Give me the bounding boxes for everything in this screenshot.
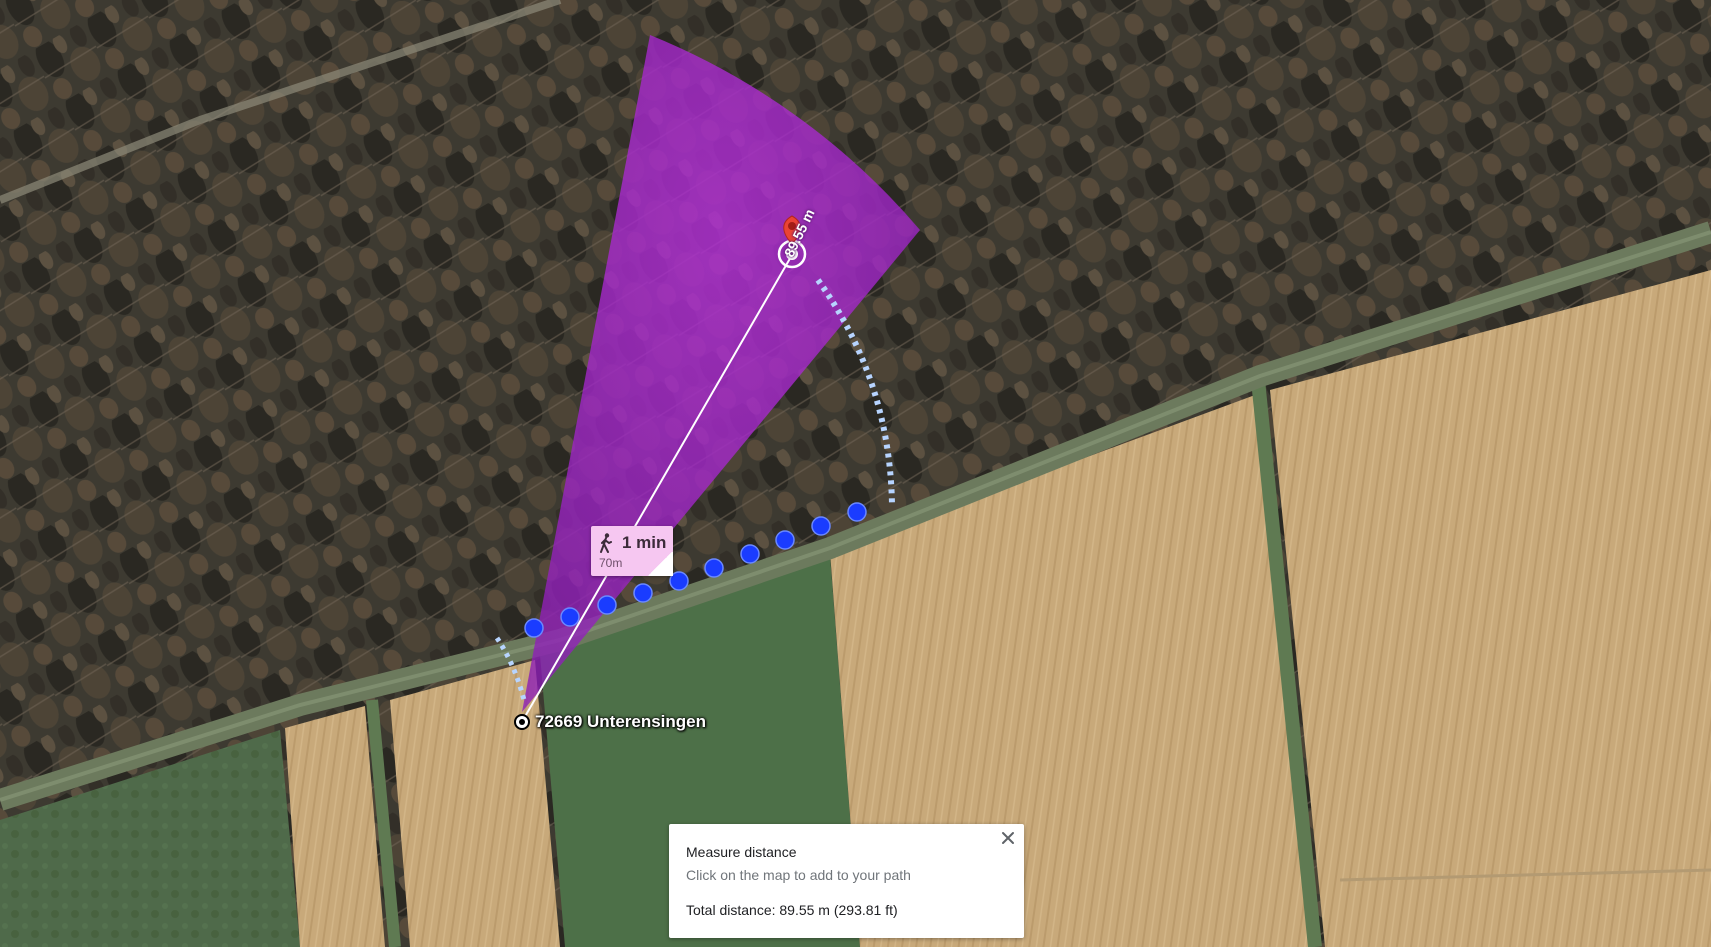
walk-distance: 70m (599, 556, 623, 570)
callout-corner (647, 552, 673, 576)
walk-time-callout[interactable]: 1 min 70m (591, 526, 673, 576)
close-icon[interactable] (996, 826, 1020, 850)
waypoint[interactable] (775, 530, 795, 550)
waypoint[interactable] (704, 558, 724, 578)
panel-title: Measure distance (686, 844, 797, 860)
waypoint[interactable] (560, 607, 580, 627)
waypoint[interactable] (811, 516, 831, 536)
wheat-field-mid (390, 660, 560, 947)
waypoint[interactable] (740, 544, 760, 564)
panel-hint: Click on the map to add to your path (686, 867, 911, 883)
start-point-icon[interactable] (514, 714, 530, 730)
satellite-map[interactable] (0, 0, 1711, 947)
waypoint[interactable] (633, 583, 653, 603)
waypoint[interactable] (524, 618, 544, 638)
place-label[interactable]: 72669 Unterensingen (535, 712, 706, 732)
waypoint[interactable] (597, 595, 617, 615)
waypoint[interactable] (847, 502, 867, 522)
total-distance: Total distance: 89.55 m (293.81 ft) (686, 902, 898, 918)
measure-distance-panel: Measure distance Click on the map to add… (669, 824, 1024, 938)
walking-person-icon (600, 533, 612, 553)
walk-time: 1 min (622, 533, 667, 552)
